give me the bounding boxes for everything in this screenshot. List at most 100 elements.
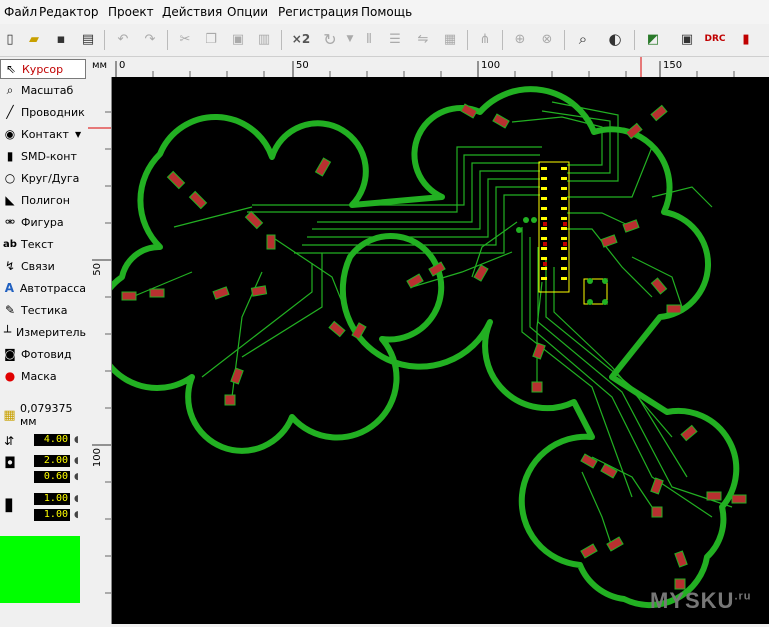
lock-icon[interactable]: ⊕ (510, 29, 530, 49)
tool-shape[interactable]: ⚮ Фигура (0, 212, 86, 232)
open-folder-icon[interactable]: ▰ (24, 29, 44, 49)
drc-button[interactable]: DRC (703, 29, 727, 49)
polygon-icon: ◣ (5, 193, 15, 207)
mask-icon: ● (4, 369, 16, 383)
menu-project[interactable]: Проект (108, 5, 154, 19)
new-file-icon[interactable]: ▯ (0, 29, 20, 49)
smd-components (121, 103, 747, 590)
pad-outer-field[interactable]: 2.00 (34, 455, 70, 467)
rotate-dropdown-icon[interactable]: ▼ (340, 29, 360, 49)
ic-chip-footprint[interactable] (516, 161, 570, 293)
chevron-down-icon[interactable]: ▼ (75, 130, 81, 139)
smd-height-spinner[interactable]: ◖ (74, 509, 79, 521)
route-icon[interactable]: ⋔ (475, 29, 495, 49)
ungroup-icon[interactable]: ▦ (440, 29, 460, 49)
menu-registration[interactable]: Регистрация (278, 5, 358, 19)
tool-tester[interactable]: ✎ Тестика (0, 300, 86, 320)
magnifier-icon: ⌕ (6, 82, 14, 97)
tool-label: Фигура (21, 215, 64, 229)
shape-icon: ⚮ (4, 215, 16, 229)
ruler-tick-label: 0 (119, 60, 126, 71)
tool-smd-pad[interactable]: ▮ SMD-конт (0, 146, 86, 166)
autoroute-icon[interactable]: ◩ (643, 29, 663, 49)
menu-file[interactable]: Файл (4, 5, 37, 19)
track-width-spinner[interactable]: ◖ (74, 434, 79, 446)
pad-inner-spinner[interactable]: ◖ (74, 471, 79, 483)
circle-icon: ○ (4, 171, 16, 185)
print-icon[interactable]: ▤ (78, 29, 98, 49)
tool-zoom[interactable]: ⌕ Масштаб (0, 80, 86, 100)
tool-connections[interactable]: ↯ Связи (0, 256, 86, 276)
watermark: MYSKU.ru (650, 588, 752, 614)
tester-icon: ✎ (4, 303, 16, 317)
cut-icon[interactable]: ✂ (175, 29, 195, 49)
pad-outer-spinner[interactable]: ◖ (74, 455, 79, 467)
ruler-tick-label: 100 (481, 60, 501, 71)
copper-traces (131, 101, 733, 548)
distribute-icon[interactable]: ☰ (385, 29, 405, 49)
tool-pad[interactable]: ◉ Контакт ▼ (0, 124, 86, 144)
tool-polygon[interactable]: ◣ Полигон (0, 190, 86, 210)
pcb-drawing (92, 86, 747, 609)
tool-label: Фотовид (21, 347, 72, 361)
tool-measure[interactable]: ┴ Измеритель (0, 322, 86, 342)
menu-actions[interactable]: Действия (162, 5, 222, 19)
toolbar-separator (104, 30, 105, 50)
ruler-tick-label: 100 (92, 448, 103, 468)
tool-label: Автотрасса (19, 281, 86, 295)
layer-m-icon[interactable]: ▮ (736, 29, 756, 49)
toggle-view-icon[interactable]: ◐ (605, 29, 625, 49)
tool-label: Маска (21, 369, 57, 383)
cursor-icon: ⇖ (5, 62, 17, 76)
paste-icon[interactable]: ▣ (228, 29, 248, 49)
track-width-row: ⇵ (4, 434, 14, 448)
menu-editor[interactable]: Редактор (39, 5, 98, 19)
tool-autoroute[interactable]: A Автотрасса (0, 278, 86, 298)
rotate-icon[interactable]: ↻ (320, 29, 340, 49)
toolbar-separator (281, 30, 282, 50)
tool-wire[interactable]: ╱ Проводник (0, 102, 86, 122)
board-outline (92, 86, 740, 609)
ruler-ticks-left (88, 111, 111, 594)
pad-inner-field[interactable]: 0.60 (34, 471, 70, 483)
track-width-icon: ⇵ (4, 434, 15, 448)
tool-label: Проводник (21, 105, 85, 119)
layer-color-swatch[interactable] (0, 536, 80, 603)
grid-icon: ▦ (3, 407, 16, 423)
smd-width-spinner[interactable]: ◖ (74, 493, 79, 505)
pad-size-icon: ◘ (4, 454, 16, 472)
smd-size-icon: ▮ (4, 494, 14, 515)
delete-icon[interactable]: ▥ (254, 29, 274, 49)
pcb-canvas[interactable] (92, 77, 769, 624)
toolbar-separator (467, 30, 468, 50)
group-icon[interactable]: ⇋ (413, 29, 433, 49)
pad-icon: ◉ (4, 127, 16, 141)
ruler-tick-label: 50 (92, 263, 103, 276)
menu-help[interactable]: Помощь (361, 5, 412, 19)
save-icon[interactable]: ▪ (51, 29, 71, 49)
tool-cursor[interactable]: ⇖ Курсор (0, 59, 86, 79)
tool-label: Круг/Дуга (21, 171, 80, 185)
redo-icon[interactable]: ↷ (140, 29, 160, 49)
ruler-icon: ┴ (3, 325, 12, 339)
unlock-icon[interactable]: ⊗ (537, 29, 557, 49)
copy-icon[interactable]: ❐ (201, 29, 221, 49)
small-part-footprint[interactable] (583, 278, 608, 305)
tool-circle[interactable]: ○ Круг/Дуга (0, 168, 86, 188)
zoom-icon[interactable]: ⌕ (573, 29, 593, 49)
undo-icon[interactable]: ↶ (113, 29, 133, 49)
menu-options[interactable]: Опции (227, 5, 268, 19)
tool-label: SMD-конт (21, 149, 77, 163)
toolbar-separator (167, 30, 168, 50)
track-width-field[interactable]: 4.00 (34, 434, 70, 446)
smd-height-field[interactable]: 1.00 (34, 509, 70, 521)
grid-setting[interactable]: ▦ 0,079375 мм (0, 402, 88, 428)
tool-text[interactable]: ab Текст (0, 234, 86, 254)
tool-label: Измеритель (16, 325, 86, 339)
zoom-x2-button[interactable]: ×2 (289, 29, 313, 49)
tool-photoview[interactable]: ◙ Фотовид (0, 344, 86, 364)
smd-width-field[interactable]: 1.00 (34, 493, 70, 505)
align-icon[interactable]: ⫴ (359, 29, 379, 49)
properties-icon[interactable]: ▣ (677, 29, 697, 49)
tool-mask[interactable]: ● Маска (0, 366, 86, 386)
